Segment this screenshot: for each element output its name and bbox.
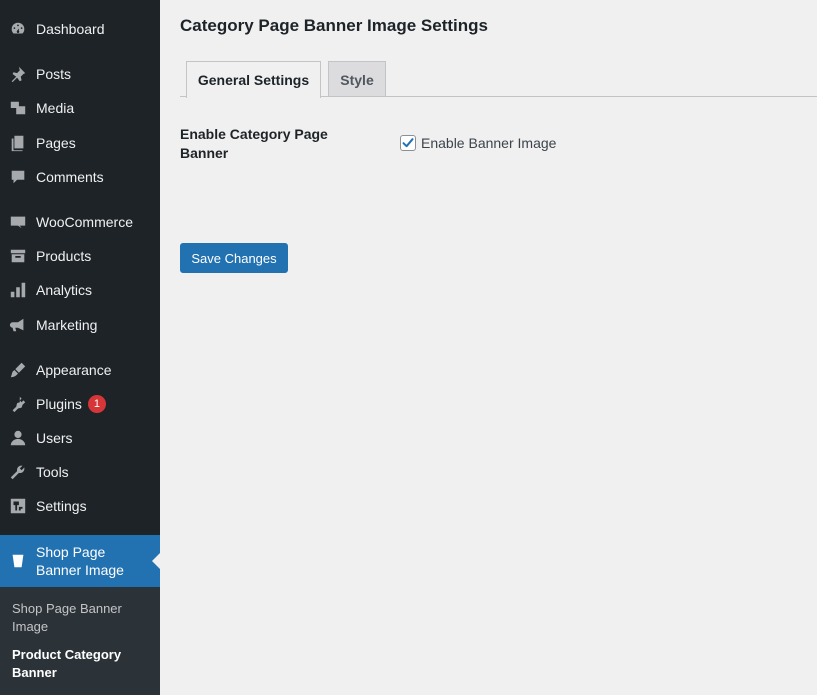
admin-sidebar: Dashboard Posts Media Pages Comments Woo… bbox=[0, 0, 160, 695]
archive-icon bbox=[8, 246, 28, 266]
update-count-badge: 1 bbox=[87, 395, 106, 413]
sidebar-item-label: Users bbox=[36, 430, 73, 446]
sidebar-item-label: Tools bbox=[36, 464, 69, 480]
sidebar-item-label: WooCommerce bbox=[36, 214, 133, 230]
brush-icon bbox=[8, 360, 28, 380]
sidebar-item-label: Pages bbox=[36, 135, 76, 151]
enable-banner-checkbox[interactable] bbox=[400, 135, 416, 151]
current-menu-arrow bbox=[152, 553, 160, 569]
sidebar-item-woocommerce[interactable]: WooCommerce bbox=[0, 205, 160, 239]
submenu-label-line1: Shop Page Banner bbox=[12, 601, 122, 616]
submenu-item-product-category-banner[interactable]: Product Category Banner bbox=[12, 646, 152, 682]
media-icon bbox=[8, 98, 28, 118]
sidebar-item-label: Dashboard bbox=[36, 21, 105, 37]
submenu-label-line2: Banner bbox=[12, 665, 57, 680]
sidebar-item-comments[interactable]: Comments bbox=[0, 160, 160, 194]
settings-icon bbox=[8, 496, 28, 516]
sidebar-item-posts[interactable]: Posts bbox=[0, 57, 160, 91]
sidebar-item-tools[interactable]: Tools bbox=[0, 455, 160, 489]
sidebar-item-pages[interactable]: Pages bbox=[0, 126, 160, 160]
woocommerce-icon bbox=[8, 212, 28, 232]
sidebar-item-label: Comments bbox=[36, 169, 104, 185]
sidebar-item-dashboard[interactable]: Dashboard bbox=[0, 12, 160, 46]
megaphone-icon bbox=[8, 315, 28, 335]
sidebar-item-label: Posts bbox=[36, 66, 72, 82]
sidebar-item-products[interactable]: Products bbox=[0, 239, 160, 273]
sidebar-item-analytics[interactable]: Analytics bbox=[0, 273, 160, 307]
field-label-line1: Enable Category Page bbox=[180, 126, 328, 142]
active-label-line2: Banner Image bbox=[36, 562, 124, 578]
checkmark-icon bbox=[402, 138, 414, 148]
sidebar-item-label: Plugins bbox=[36, 396, 82, 412]
sidebar-item-label: Settings bbox=[36, 498, 87, 514]
save-changes-button[interactable]: Save Changes bbox=[180, 243, 288, 273]
sidebar-item-label: Shop Page Banner Image bbox=[36, 543, 124, 579]
active-label-line1: Shop Page bbox=[36, 544, 106, 560]
tab-style[interactable]: Style bbox=[328, 61, 386, 97]
field-label: Enable Category Page Banner bbox=[180, 125, 360, 163]
sidebar-item-plugins[interactable]: Plugins 1 bbox=[0, 387, 160, 421]
submenu-label-line2: Image bbox=[12, 619, 49, 634]
sidebar-item-label: Analytics bbox=[36, 282, 93, 298]
submenu-item-shop-page-banner-image[interactable]: Shop Page Banner Image bbox=[12, 600, 152, 636]
sidebar-item-label: Media bbox=[36, 100, 75, 116]
sidebar-item-appearance[interactable]: Appearance bbox=[0, 353, 160, 387]
submenu-label-line1: Product Category bbox=[12, 647, 122, 662]
sidebar-item-users[interactable]: Users bbox=[0, 421, 160, 455]
banner-icon bbox=[8, 551, 28, 571]
plug-icon bbox=[8, 394, 28, 414]
sidebar-item-label: Appearance bbox=[36, 362, 112, 378]
sidebar-item-label: Marketing bbox=[36, 317, 98, 333]
page-title: Category Page Banner Image Settings bbox=[180, 16, 488, 35]
sidebar-item-label: Products bbox=[36, 248, 92, 264]
user-icon bbox=[8, 428, 28, 448]
wrench-icon bbox=[8, 462, 28, 482]
tab-general-settings[interactable]: General Settings bbox=[186, 61, 321, 98]
sidebar-item-marketing[interactable]: Marketing bbox=[0, 308, 160, 342]
sidebar-item-settings[interactable]: Settings bbox=[0, 489, 160, 523]
field-label-line2: Banner bbox=[180, 145, 229, 161]
pages-icon bbox=[8, 133, 28, 153]
submenu: Shop Page Banner Image Product Category … bbox=[0, 587, 160, 695]
dashboard-icon bbox=[8, 19, 28, 39]
bar-chart-icon bbox=[8, 280, 28, 300]
comment-icon bbox=[8, 167, 28, 187]
sidebar-item-media[interactable]: Media bbox=[0, 91, 160, 125]
enable-banner-checkbox-row[interactable]: Enable Banner Image bbox=[400, 135, 556, 151]
checkbox-label: Enable Banner Image bbox=[421, 135, 557, 151]
pin-icon bbox=[8, 64, 28, 84]
sidebar-item-shop-page-banner-image[interactable]: Shop Page Banner Image bbox=[0, 535, 160, 587]
